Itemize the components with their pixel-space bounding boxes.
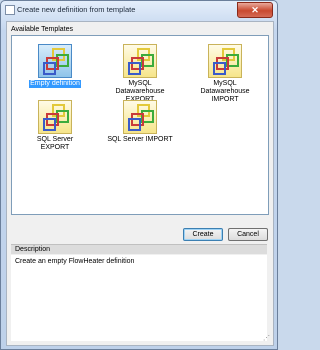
- close-icon[interactable]: ✕: [237, 2, 273, 18]
- window-title: Create new definition from template: [17, 5, 136, 14]
- description-title: Description: [15, 246, 51, 253]
- description-text: Create an empty FlowHeater definition: [15, 258, 135, 265]
- description-header: Description: [11, 244, 267, 254]
- resize-grip-icon[interactable]: ⋰: [263, 335, 271, 343]
- template-icon: [38, 100, 72, 134]
- template-mysql-import[interactable]: MySQL Datawarehouse IMPORT: [192, 44, 258, 104]
- template-empty-definition[interactable]: Empty definition: [22, 44, 88, 88]
- template-label: SQL Server IMPORT: [107, 136, 173, 143]
- template-icon: [123, 44, 157, 78]
- title-bar[interactable]: Create new definition from template ✕: [1, 1, 277, 19]
- description-panel: Create an empty FlowHeater definition: [11, 255, 267, 341]
- templates-group-label: Available Templates: [11, 26, 74, 33]
- template-icon: [208, 44, 242, 78]
- templates-list[interactable]: Empty definition MySQL Datawarehouse EXP…: [11, 35, 269, 215]
- dialog-window: Create new definition from template ✕ Av…: [0, 0, 278, 350]
- template-mysql-export[interactable]: MySQL Datawarehouse EXPORT: [107, 44, 173, 104]
- cancel-button[interactable]: Cancel: [228, 228, 268, 241]
- template-icon: [38, 44, 72, 78]
- template-label: Empty definition: [29, 80, 81, 88]
- template-label: MySQL Datawarehouse IMPORT: [200, 80, 250, 103]
- template-label: SQL Server EXPORT: [36, 136, 74, 151]
- template-sqlserver-import[interactable]: SQL Server IMPORT: [107, 100, 173, 144]
- create-button[interactable]: Create: [183, 228, 223, 241]
- template-icon: [123, 100, 157, 134]
- window-icon: [5, 5, 15, 15]
- template-sqlserver-export[interactable]: SQL Server EXPORT: [22, 100, 88, 152]
- dialog-body: Available Templates Empty definition MyS…: [6, 21, 274, 346]
